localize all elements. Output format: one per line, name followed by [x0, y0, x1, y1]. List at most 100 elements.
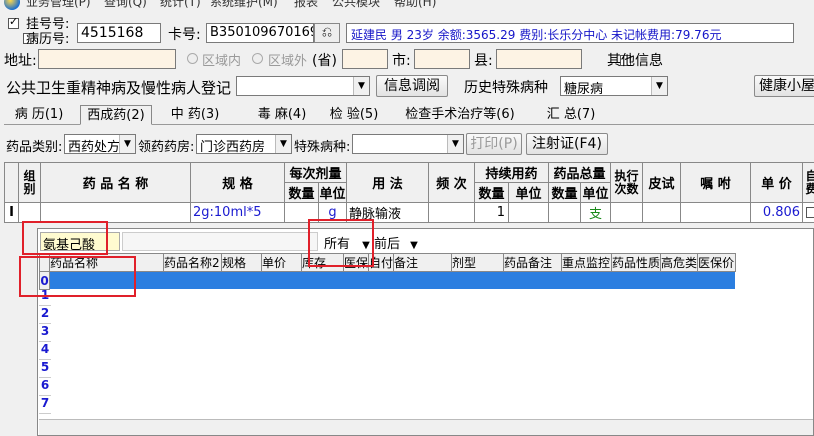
col-price: 单 价 — [750, 162, 804, 203]
address-input[interactable] — [38, 49, 176, 69]
col-exec-count: 执行次数 — [610, 162, 644, 203]
menu-system[interactable]: 系统维护(M) — [210, 0, 278, 10]
chevron-down-icon: ▼ — [353, 77, 369, 95]
tab-narcotics[interactable]: 毒 麻(4) — [250, 105, 314, 125]
position-select[interactable]: 前后 ▼ — [374, 233, 418, 252]
col-self-pay: 自费 — [802, 162, 814, 203]
inside-label: 区域内 — [202, 54, 242, 69]
chevron-down-icon: ▼ — [119, 135, 135, 153]
patient-info-display: 延建民 男 23岁 余额:3565.29 费别:长乐分中心 未记帐费用:79.7… — [346, 23, 794, 43]
row-cell[interactable] — [18, 202, 41, 223]
result-col-form: 剂型 — [451, 253, 505, 272]
menu-help[interactable]: 帮助(H) — [394, 0, 436, 10]
history-disease-value: 糖尿病 — [564, 82, 604, 97]
drug-category-label: 药品类别: — [6, 140, 63, 155]
reg-number-input[interactable]: 4515168 — [77, 23, 161, 43]
row-spec[interactable]: 2g:10ml*5 — [190, 202, 285, 223]
row-group[interactable]: I — [4, 202, 19, 223]
row-advice[interactable] — [680, 202, 752, 223]
tab-exam-surgery[interactable]: 检查手术治疗等(6) — [402, 105, 518, 125]
result-col-monitor: 重点监控 — [561, 253, 613, 272]
other-info-label: 其他信息 — [607, 53, 663, 69]
row-total-qty[interactable] — [548, 202, 582, 223]
row-frequency[interactable] — [428, 202, 476, 223]
self-pay-checkbox[interactable] — [806, 207, 814, 218]
menu-query[interactable]: 查询(Q) — [104, 0, 147, 10]
pharmacy-value: 门诊西药房 — [200, 140, 266, 155]
health-room-button[interactable]: 健康小屋 — [754, 75, 814, 97]
col-duration-unit: 单位 — [508, 182, 550, 203]
row-number: 7 — [39, 396, 51, 414]
print-button[interactable]: 打印(P) — [466, 133, 522, 155]
result-row-selected[interactable] — [48, 271, 737, 290]
province-input[interactable] — [342, 49, 388, 69]
tab-summary[interactable]: 汇 总(7) — [540, 105, 602, 125]
drug-search-popup: 氨基己酸 所有 ▼ 前后 ▼ 药品名称 药品名称2 规格 单价 库存 医保 自付… — [37, 228, 814, 436]
history-disease-select[interactable]: 糖尿病 ▼ — [560, 76, 668, 97]
county-input[interactable] — [496, 49, 582, 69]
prescription-table: 组别 药 品 名 称 规 格 每次剂量 用 法 频 次 持续用药 药品总量 执行… — [4, 162, 814, 223]
menu-business[interactable]: 业务管理(P) — [26, 0, 91, 10]
menu-public[interactable]: 公共模块 — [332, 0, 380, 10]
tab-chinese-medicine[interactable]: 中 药(3) — [164, 105, 226, 125]
address-label: 地址: — [4, 53, 37, 69]
card-label: 卡号: — [168, 27, 201, 43]
chevron-down-icon: ▼ — [275, 135, 291, 153]
drug-category-select[interactable]: 西药处方 ▼ — [64, 134, 136, 155]
row-number: 5 — [39, 360, 51, 378]
city-input[interactable] — [414, 49, 470, 69]
row-number: 3 — [39, 324, 51, 342]
horizontal-scrollbar[interactable] — [39, 419, 813, 435]
row-exec[interactable] — [610, 202, 644, 223]
col-skin-test: 皮试 — [642, 162, 682, 203]
outside-radio[interactable] — [252, 53, 263, 64]
col-duration: 持续用药 — [474, 162, 550, 183]
drug-result-table: 药品名称 药品名称2 规格 单价 库存 医保 自付 备注 剂型 药品备注 重点监… — [39, 253, 737, 290]
pharmacy-label: 领药药房: — [138, 140, 195, 155]
table-row[interactable]: 0 — [39, 271, 737, 290]
app-logo-icon — [4, 0, 20, 10]
county-label: 县: — [474, 53, 493, 69]
table-row[interactable]: I 2g:10ml*5 g 静脉输液 1 支 0.806 — [4, 202, 814, 223]
row-number: 6 — [39, 378, 51, 396]
col-per-dose: 每次剂量 — [283, 162, 348, 183]
result-col-nature: 药品性质 — [611, 253, 662, 272]
position-value: 前后 — [374, 237, 401, 252]
col-frequency: 频 次 — [428, 162, 476, 203]
row-duration-qty[interactable]: 1 — [474, 202, 510, 223]
annotation-box — [308, 219, 374, 267]
tab-lab-test[interactable]: 检 验(5) — [324, 105, 384, 125]
col-dose-qty: 数量 — [284, 182, 319, 203]
inside-radio[interactable] — [187, 53, 198, 64]
pharmacy-select[interactable]: 门诊西药房 ▼ — [196, 134, 292, 155]
col-dose-unit: 单位 — [317, 182, 348, 203]
card-number-input[interactable]: B350109670169 — [206, 23, 314, 43]
row-price[interactable]: 0.806 — [750, 202, 804, 223]
history-disease-label: 历史特殊病种 — [464, 80, 548, 96]
chevron-down-icon: ▼ — [410, 240, 418, 251]
chevron-down-icon: ▼ — [651, 77, 667, 95]
row-total-unit[interactable]: 支 — [580, 202, 612, 223]
special-disease-select[interactable]: ▼ — [352, 134, 464, 154]
chronic-register-label: 公共卫生重精神病及慢性病人登记 — [6, 79, 232, 97]
row-self-pay[interactable] — [802, 202, 814, 223]
outside-label: 区域外 — [268, 54, 308, 69]
row-number: 4 — [39, 342, 51, 360]
reg-checkbox[interactable] — [8, 15, 19, 29]
tab-western-medicine[interactable]: 西成药(2) — [80, 105, 152, 125]
chronic-register-select[interactable]: ▼ — [236, 76, 370, 96]
menu-statistics[interactable]: 统计(T) — [160, 0, 201, 10]
card-reader-button[interactable]: ⎌ — [314, 23, 340, 43]
injection-cert-button[interactable]: 注射证(F4) — [526, 133, 608, 155]
chevron-down-icon: ▼ — [447, 135, 463, 153]
menu-report[interactable]: 报表 — [294, 0, 318, 10]
row-drug-name[interactable] — [40, 202, 191, 223]
result-col-ins-price: 医保价 — [697, 253, 737, 272]
tab-medical-record[interactable]: 病 历(1) — [6, 105, 72, 125]
drug-category-value: 西药处方 — [68, 140, 121, 155]
col-total: 药品总量 — [548, 162, 612, 183]
row-skin[interactable] — [642, 202, 682, 223]
info-query-button[interactable]: 信息调阅 — [376, 75, 448, 97]
card-reader-icon: ⎌ — [321, 25, 333, 40]
row-duration-unit[interactable] — [508, 202, 550, 223]
